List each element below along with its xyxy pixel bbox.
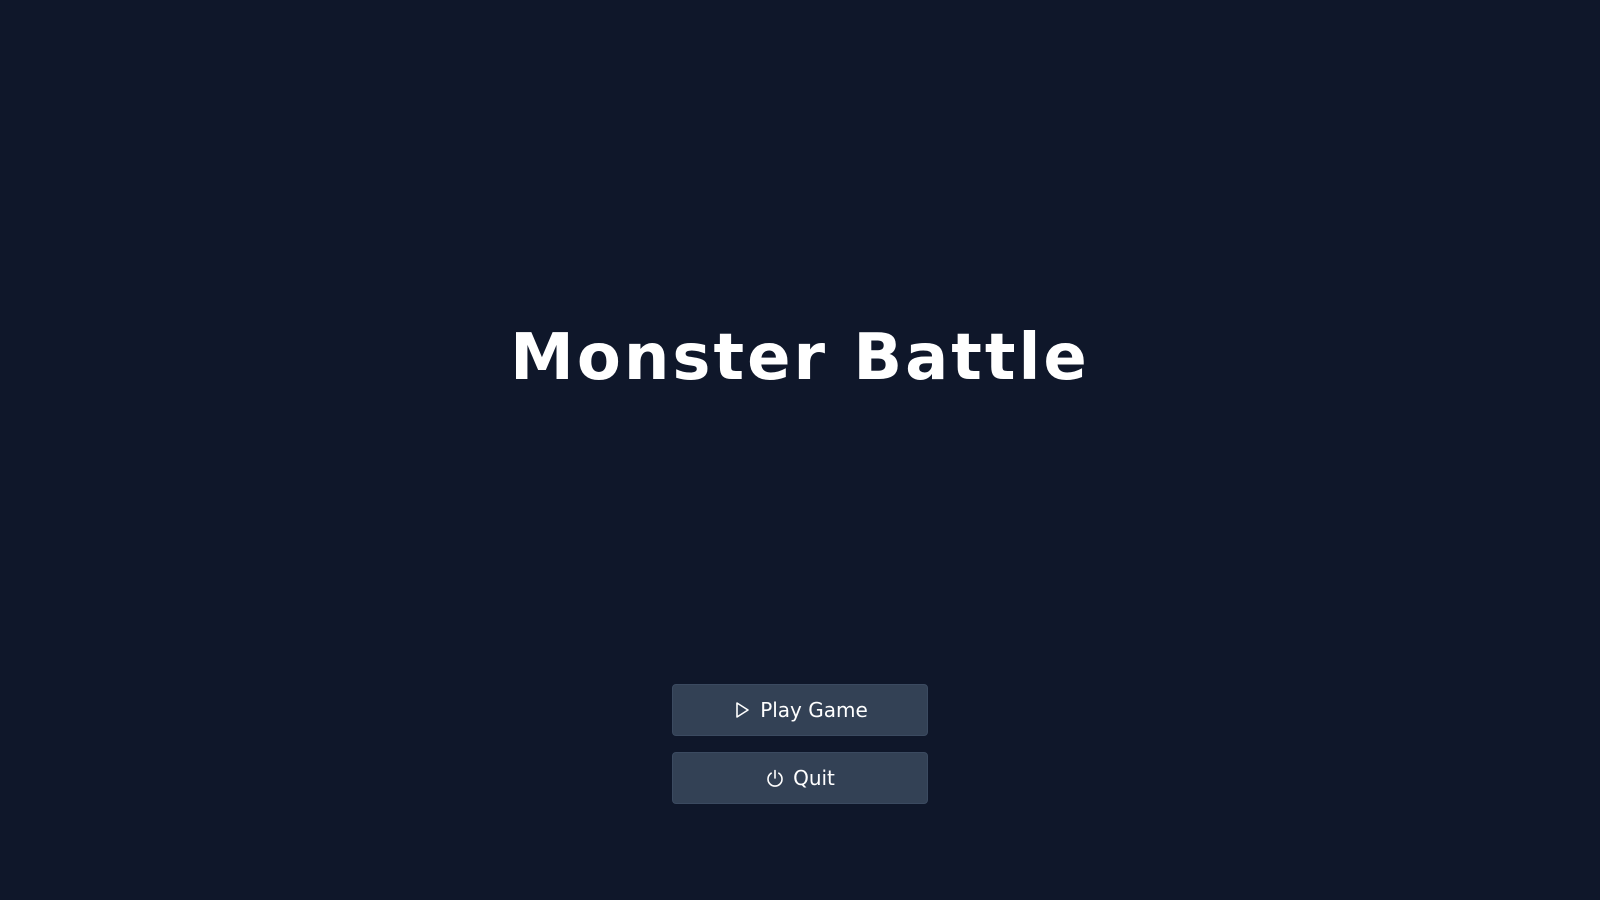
play-game-label: Play Game	[760, 698, 868, 722]
main-menu-screen: Monster Battle Play Game Quit	[0, 0, 1600, 900]
quit-label: Quit	[793, 766, 835, 790]
main-menu: Play Game Quit	[672, 684, 928, 820]
quit-button[interactable]: Quit	[672, 752, 928, 804]
power-icon	[765, 768, 785, 788]
play-game-button[interactable]: Play Game	[672, 684, 928, 736]
game-title: Monster Battle	[510, 321, 1090, 395]
play-icon	[732, 700, 752, 720]
